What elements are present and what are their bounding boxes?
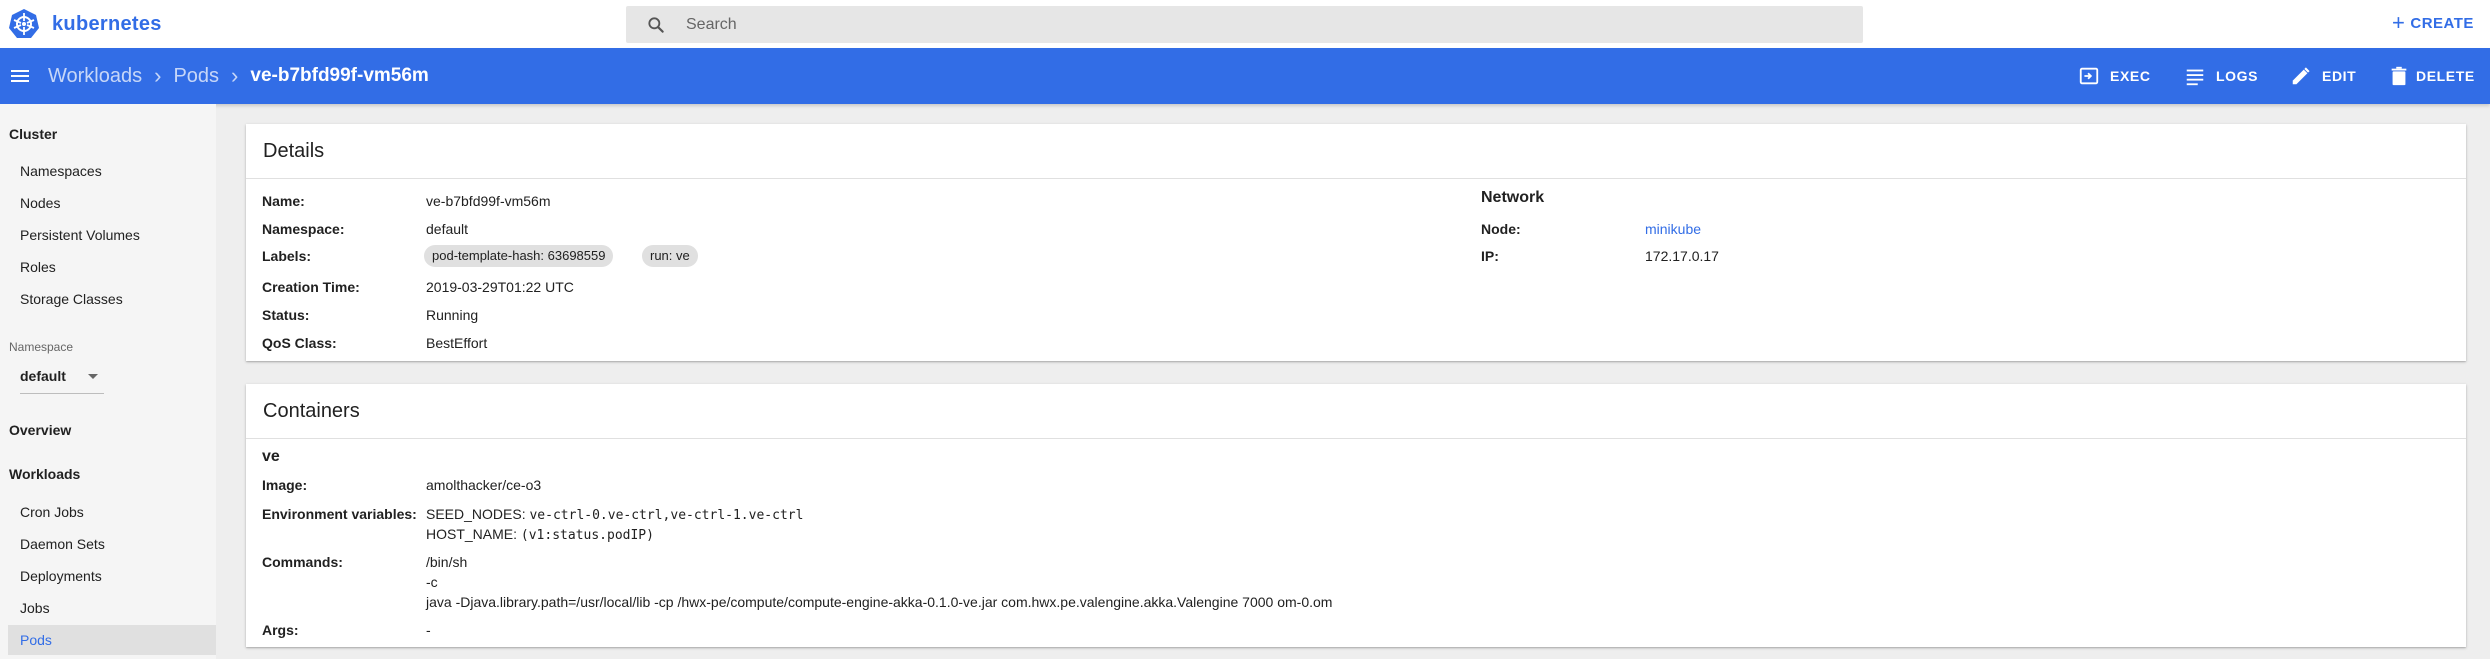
labels-label: Labels: (262, 248, 312, 264)
brand-name: kubernetes (52, 12, 162, 35)
image-value: amolthacker/ce-o3 (426, 477, 542, 493)
menu-icon[interactable] (8, 64, 32, 88)
command-line: -c (426, 574, 438, 590)
env-var-key: HOST_NAME: (426, 526, 518, 542)
exec-icon (2079, 67, 2099, 85)
command-line: /bin/sh (426, 554, 468, 570)
plus-icon: + (2392, 10, 2406, 35)
sidebar-item-cron-jobs[interactable]: Cron Jobs (20, 504, 84, 520)
env-var-key: SEED_NODES: (426, 506, 526, 522)
details-divider (246, 178, 2466, 179)
delete-button[interactable]: DELETE (2388, 48, 2475, 104)
name-label: Name: (262, 193, 305, 209)
args-label: Args: (262, 622, 299, 638)
qos-class-value: BestEffort (426, 335, 488, 351)
delete-icon (2391, 66, 2407, 86)
sidebar-item-pods[interactable]: Pods (20, 632, 52, 648)
env-var-row: SEED_NODES: ve-ctrl-0.ve-ctrl,ve-ctrl-1.… (426, 506, 803, 523)
search-bar[interactable] (626, 6, 1863, 43)
kubernetes-logo-icon (9, 9, 39, 38)
sidebar-header-cluster[interactable]: Cluster (9, 126, 57, 142)
commands-label: Commands: (262, 554, 343, 570)
container-name: ve (262, 448, 280, 465)
name-value: ve-b7bfd99f-vm56m (426, 193, 551, 209)
command-line: java -Djava.library.path=/usr/local/lib … (426, 594, 1333, 610)
containers-divider (246, 438, 2466, 439)
sidebar-item-daemon-sets[interactable]: Daemon Sets (20, 536, 105, 552)
logs-label: LOGS (2216, 68, 2259, 84)
ip-label: IP: (1481, 248, 1499, 264)
breadcrumb: Workloads › Pods › ve-b7bfd99f-vm56m (48, 48, 429, 104)
namespace-label: Namespace: (262, 221, 345, 237)
exec-button[interactable]: EXEC (2078, 48, 2151, 104)
namespace-value: default (426, 221, 469, 237)
details-title: Details (263, 140, 325, 162)
node-label: Node: (1481, 221, 1521, 237)
sidebar-item-jobs[interactable]: Jobs (20, 600, 50, 616)
creation-time-label: Creation Time: (262, 279, 360, 295)
sidebar-item-overview[interactable]: Overview (9, 422, 71, 438)
sidebar-item-storage-classes[interactable]: Storage Classes (20, 291, 123, 307)
status-value: Running (426, 307, 479, 323)
create-label: CREATE (2410, 14, 2474, 32)
sidebar-item-nodes[interactable]: Nodes (20, 195, 60, 211)
env-var-value: (v1:status.podIP) (520, 528, 654, 543)
search-input[interactable] (686, 6, 1836, 43)
ip-value: 172.17.0.17 (1645, 248, 1719, 264)
status-label: Status: (262, 307, 310, 323)
label-chip: pod-template-hash: 63698559 (424, 245, 614, 267)
details-card: Details Name: ve-b7bfd99f-vm56m Namespac… (246, 124, 2466, 361)
env-var-value: ve-ctrl-0.ve-ctrl,ve-ctrl-1.ve-ctrl (529, 508, 804, 523)
sidebar-item-persistent-volumes[interactable]: Persistent Volumes (20, 227, 140, 243)
sidebar-item-deployments[interactable]: Deployments (20, 568, 102, 584)
action-toolbar: Workloads › Pods › ve-b7bfd99f-vm56m EXE… (0, 48, 2490, 104)
logs-button[interactable]: LOGS (2184, 48, 2258, 104)
args-value: - (426, 622, 431, 638)
sidebar-header-workloads[interactable]: Workloads (9, 466, 80, 482)
node-link[interactable]: minikube (1645, 221, 1701, 237)
caret-down-icon (88, 374, 98, 379)
edit-icon (2292, 67, 2310, 85)
brand[interactable]: kubernetes (8, 8, 162, 40)
create-button[interactable]: + CREATE (2392, 12, 2474, 34)
delete-label: DELETE (2416, 68, 2475, 84)
search-icon (648, 17, 664, 33)
qos-class-label: QoS Class: (262, 335, 337, 351)
namespace-label: Namespace (9, 340, 74, 354)
top-bar: kubernetes + CREATE (0, 0, 2490, 48)
namespace-select[interactable]: default (20, 368, 104, 394)
edit-button[interactable]: EDIT (2290, 48, 2356, 104)
env-var-row: HOST_NAME: (v1:status.podIP) (426, 526, 654, 543)
breadcrumb-pods[interactable]: Pods (173, 65, 219, 88)
breadcrumb-workloads[interactable]: Workloads (48, 65, 142, 88)
sidebar-item-roles[interactable]: Roles (20, 259, 56, 275)
exec-label: EXEC (2110, 68, 2151, 84)
containers-card: Containers ve Image: amolthacker/ce-o3 E… (246, 384, 2466, 647)
breadcrumb-current: ve-b7bfd99f-vm56m (250, 65, 429, 86)
logs-icon (2186, 69, 2204, 86)
env-vars-label: Environment variables: (262, 506, 417, 522)
edit-label: EDIT (2322, 68, 2357, 84)
creation-time-value: 2019-03-29T01:22 UTC (426, 279, 574, 295)
namespace-value: default (20, 368, 66, 384)
sidebar-item-namespaces[interactable]: Namespaces (20, 163, 102, 179)
containers-title: Containers (263, 400, 360, 422)
network-title: Network (1481, 189, 1545, 206)
chevron-right-icon: › (231, 63, 239, 88)
label-chip: run: ve (642, 245, 698, 267)
chevron-right-icon: › (154, 63, 162, 88)
image-label: Image: (262, 477, 308, 493)
sidebar: Cluster Namespaces Nodes Persistent Volu… (0, 104, 216, 659)
